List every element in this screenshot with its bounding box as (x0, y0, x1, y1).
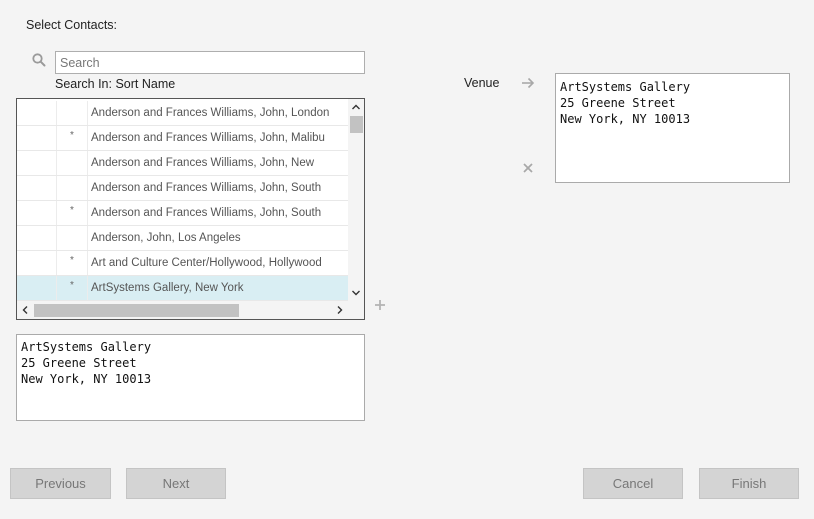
contact-row-blank-cell (17, 201, 57, 225)
contact-row[interactable]: * Anderson and Frances Williams, John, So… (17, 201, 348, 226)
contact-row-name: Art and Culture Center/Hollywood, Hollyw… (91, 257, 322, 269)
scroll-up-icon[interactable] (348, 99, 364, 115)
horizontal-scroll-thumb[interactable] (34, 304, 239, 317)
contact-row-name: ArtSystems Gallery, New York (91, 282, 244, 294)
search-icon (32, 53, 46, 67)
contacts-rows: Anderson and Frances Williams, John, Lon… (17, 101, 348, 301)
search-in-label: Search In: Sort Name (55, 77, 176, 91)
contact-row-mark (57, 176, 88, 200)
contact-row-mark (57, 226, 88, 250)
previous-button[interactable]: Previous (10, 468, 111, 499)
scroll-left-icon[interactable] (17, 301, 33, 319)
plus-icon[interactable] (372, 297, 388, 313)
contact-row[interactable]: Anderson and Frances Williams, John, Lon… (17, 101, 348, 126)
finish-button[interactable]: Finish (699, 468, 799, 499)
contact-row-blank-cell (17, 176, 57, 200)
contact-row-mark: * (57, 201, 88, 225)
scroll-right-icon[interactable] (332, 301, 348, 319)
vertical-scrollbar[interactable] (348, 99, 364, 301)
contact-row-blank-cell (17, 251, 57, 275)
next-button[interactable]: Next (126, 468, 226, 499)
contact-row-blank-cell (17, 151, 57, 175)
cancel-button[interactable]: Cancel (583, 468, 683, 499)
contact-row-blank-cell (17, 126, 57, 150)
venue-label: Venue (464, 76, 500, 90)
venue-field[interactable]: ArtSystems Gallery 25 Greene Street New … (555, 73, 790, 183)
contact-row-mark (57, 151, 88, 175)
page-title: Select Contacts: (26, 18, 118, 32)
contact-row-name: Anderson and Frances Williams, John, Mal… (91, 132, 325, 144)
contact-row[interactable]: * Anderson and Frances Williams, John, Ma… (17, 126, 348, 151)
close-icon[interactable] (521, 161, 535, 175)
scrollbar-corner (348, 301, 364, 319)
contact-row[interactable]: * Art and Culture Center/Hollywood, Holly… (17, 251, 348, 276)
contact-row-blank-cell (17, 276, 57, 300)
arrow-right-icon[interactable] (519, 75, 537, 91)
contact-row-name: Anderson, John, Los Angeles (91, 232, 241, 244)
contact-row[interactable]: * ArtSystems Gallery, New York (17, 276, 348, 301)
contact-row-name: Anderson and Frances Williams, John, Sou… (91, 207, 322, 219)
contact-row[interactable]: Anderson and Frances Williams, John, New (17, 151, 348, 176)
contact-row[interactable]: Anderson, John, Los Angeles (17, 226, 348, 251)
contact-row-mark: * (57, 126, 88, 150)
contacts-list[interactable]: Anderson and Frances Williams, John, Lon… (16, 98, 365, 320)
vertical-scroll-thumb[interactable] (350, 116, 363, 133)
contact-row-blank-cell (17, 101, 57, 125)
search-input[interactable] (55, 51, 365, 74)
address-preview: ArtSystems Gallery 25 Greene Street New … (16, 334, 365, 421)
contact-row-mark: * (57, 251, 88, 275)
contact-row-blank-cell (17, 226, 57, 250)
contact-row-mark (57, 101, 88, 125)
contact-row-mark: * (57, 276, 88, 300)
scroll-down-icon[interactable] (348, 285, 364, 301)
contact-row-name: Anderson and Frances Williams, John, Sou… (91, 182, 322, 194)
contact-row-name: Anderson and Frances Williams, John, New (91, 157, 315, 169)
horizontal-scrollbar[interactable] (17, 301, 364, 319)
contact-row-name: Anderson and Frances Williams, John, Lon… (91, 107, 330, 119)
contact-row[interactable]: Anderson and Frances Williams, John, Sou… (17, 176, 348, 201)
